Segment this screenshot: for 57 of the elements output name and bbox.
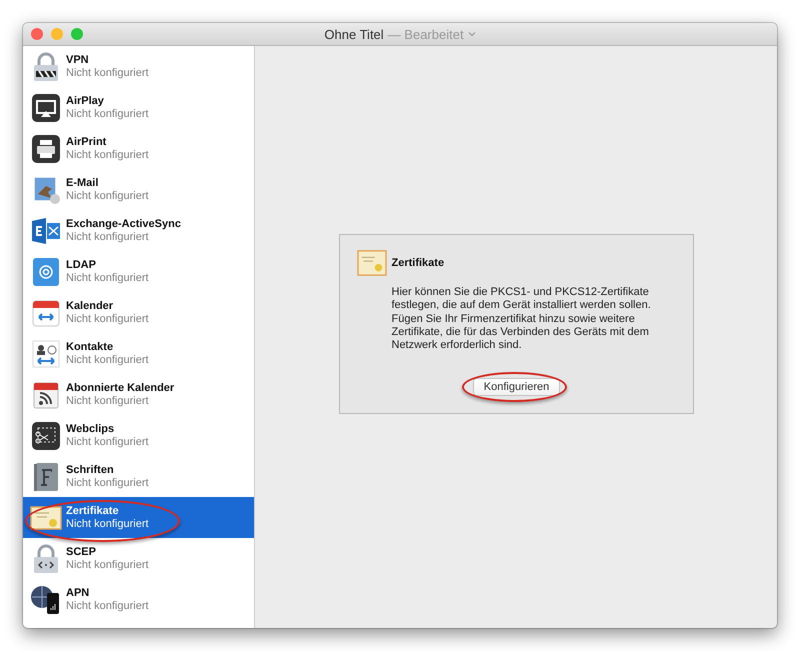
- sidebar-item[interactable]: Exchange-ActiveSync Nicht konfiguriert: [23, 210, 254, 251]
- payload-status: Nicht konfiguriert: [66, 600, 149, 612]
- payload-name: Exchange-ActiveSync: [66, 218, 181, 230]
- payload-status: Nicht konfiguriert: [66, 108, 149, 120]
- payload-status: Nicht konfiguriert: [66, 149, 149, 161]
- payload-name: E-Mail: [66, 177, 100, 189]
- chevron-down-icon[interactable]: [468, 31, 476, 37]
- printer-icon: [30, 132, 62, 164]
- payload-name: APN: [66, 587, 90, 599]
- configure-button[interactable]: Konfigurieren: [472, 378, 560, 396]
- payload-name: Schriften: [66, 464, 115, 476]
- payload-status: Nicht konfiguriert: [66, 231, 150, 243]
- sidebar-item[interactable]: APN Nicht konfiguriert: [23, 579, 254, 620]
- payload-status: Nicht konfiguriert: [66, 436, 149, 448]
- payload-status: Nicht konfiguriert: [66, 477, 149, 489]
- minimize-button[interactable]: [51, 28, 63, 40]
- sidebar-item[interactable]: LDAP Nicht konfiguriert: [23, 251, 254, 292]
- payload-status: Nicht konfiguriert: [66, 272, 149, 284]
- payload-status: Nicht konfiguriert: [66, 313, 149, 325]
- sidebar-item[interactable]: Kalender Nicht konfiguriert: [23, 292, 254, 333]
- sidebar-item[interactable]: Abonnierte Kalender Nicht konfiguriert: [23, 374, 254, 415]
- payload-name: SCEP: [66, 546, 97, 558]
- sidebar-item[interactable]: VPN Nicht konfiguriert: [23, 46, 254, 87]
- scissors-icon: [30, 420, 62, 452]
- payload-name: AirPrint: [66, 136, 108, 148]
- sidebar-item[interactable]: Kontakte Nicht konfiguriert: [23, 333, 254, 374]
- payload-name: Webclips: [66, 423, 116, 435]
- payload-name: Kalender: [66, 300, 114, 312]
- airplay-icon: [30, 92, 62, 124]
- sidebar-item[interactable]: Webclips Nicht konfiguriert: [23, 415, 254, 456]
- sidebar-item[interactable]: AirPlay Nicht konfiguriert: [23, 87, 254, 128]
- panel-title: Zertifikate: [392, 257, 444, 269]
- payload-status: Nicht konfiguriert: [66, 67, 149, 79]
- close-button[interactable]: [31, 28, 43, 40]
- panel-description: Hier können Sie die PKCS1- und PKCS12-Zertifikate festlegen, die auf dem Gerät installiert werden sollen. Fügen Sie Ihr Firmenzertifikat hinzu sowie weitere Zertifikate, die für das Verbinden des Geräts mit dem Netzwerk erforderlich sind.: [392, 286, 652, 352]
- payload-status: Nicht konfiguriert: [66, 518, 149, 530]
- sidebar-item[interactable]: SCEP Nicht konfiguriert: [23, 538, 254, 579]
- zoom-button[interactable]: [71, 28, 83, 40]
- payload-status: Nicht konfiguriert: [66, 190, 149, 202]
- sidebar-item[interactable]: E-Mail Nicht konfiguriert: [23, 169, 254, 210]
- payload-name: LDAP: [66, 259, 97, 271]
- payload-status: Nicht konfiguriert: [66, 354, 149, 366]
- payload-name: Abonnierte Kalender: [66, 382, 174, 394]
- payload-name: Zertifikate: [66, 505, 120, 517]
- sidebar-item[interactable]: AirPrint Nicht konfiguriert: [23, 128, 254, 169]
- certificate-icon: [356, 249, 386, 277]
- address-book-icon: [30, 256, 62, 288]
- payload-name: AirPlay: [66, 95, 105, 107]
- payload-status: Nicht konfiguriert: [66, 559, 149, 571]
- sidebar-item[interactable]: Schriften Nicht konfiguriert: [23, 456, 254, 497]
- contacts-icon: [30, 338, 62, 370]
- payload-name: VPN: [66, 54, 90, 66]
- payload-status: Nicht konfiguriert: [66, 395, 150, 407]
- document-status: — Bearbeitet: [388, 26, 464, 42]
- globe-phone-icon: [30, 584, 62, 616]
- payload-name: Kontakte: [66, 341, 114, 353]
- window-title: Ohne Titel: [324, 26, 384, 42]
